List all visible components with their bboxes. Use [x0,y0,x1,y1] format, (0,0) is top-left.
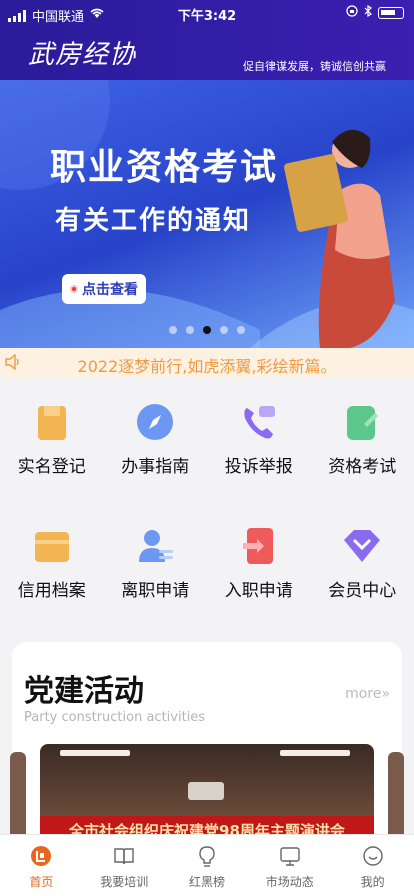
service-label: 入职申请 [224,581,293,601]
tab-label: 首页 [29,875,54,889]
tab-profile[interactable]: 我的 [331,845,414,890]
carousel-dots[interactable] [0,326,414,334]
ceiling-light [280,750,350,756]
diamond-icon [342,526,382,566]
service-resignation[interactable]: 离职申请 [104,526,208,601]
phone-icon [239,402,279,442]
carousel-dot-active[interactable] [203,326,211,334]
service-credit-file[interactable]: 信用档案 [0,526,104,601]
section-title: 党建活动 [24,674,144,709]
service-real-name-registration[interactable]: 实名登记 [0,402,104,477]
projector [188,782,224,800]
home-icon [30,845,52,867]
service-onboarding[interactable]: 入职申请 [207,526,311,601]
carousel-dot[interactable] [186,326,194,334]
bottom-tab-bar: 首页 我要培训 红黑榜 市场动态 我的 [0,834,414,896]
tab-label: 我的 [360,875,385,889]
monitor-icon [279,845,301,867]
bluetooth-icon [364,4,372,21]
carousel-dot[interactable] [220,326,228,334]
folder-icon [32,526,72,566]
more-link[interactable]: more» [345,686,390,702]
battery-icon [378,7,404,19]
banner-subtitle: 有关工作的通知 [55,206,252,236]
banner-carousel[interactable]: 职业资格考试 有关工作的通知 点击查看 [0,80,414,348]
carousel-dot[interactable] [237,326,245,334]
smile-icon [362,845,384,867]
service-label: 会员中心 [328,581,397,601]
service-label: 离职申请 [121,581,190,601]
service-member-center[interactable]: 会员中心 [311,526,414,601]
ceiling-light [60,750,130,756]
tab-red-black-list[interactable]: 红黑榜 [166,845,249,890]
tab-market-news[interactable]: 市场动态 [248,845,331,890]
tab-home[interactable]: 首页 [0,845,83,890]
book-icon [113,845,135,867]
tab-label: 市场动态 [265,875,314,889]
service-label: 资格考试 [328,457,397,477]
lock-rotation-icon [346,5,358,21]
tab-label: 我要培训 [100,875,149,889]
announcement-bar[interactable]: 2022逐梦前行,如虎添翼,彩绘新篇。 [0,348,414,378]
service-complaint[interactable]: 投诉举报 [207,402,311,477]
bulb-icon [196,845,218,867]
service-label: 投诉举报 [224,457,293,477]
banner-view-label: 点击查看 [82,282,138,298]
exam-icon [342,402,382,442]
banner-title: 职业资格考试 [50,147,279,188]
banner-view-button[interactable]: 点击查看 [62,274,146,304]
login-icon [239,526,279,566]
announcement-text: 2022逐梦前行,如虎添翼,彩绘新篇。 [77,357,337,376]
service-label: 信用档案 [17,581,86,601]
header-slogan: 促自律谋发展，铸诚信创共赢 [243,60,386,73]
section-subtitle: Party construction activities [24,710,206,725]
tab-label: 红黑榜 [188,875,225,889]
compass-icon [135,402,175,442]
user-leave-icon [135,526,175,566]
carousel-dot[interactable] [169,326,177,334]
app-header: 中国联通 下午3:42 武房经协 促自律谋发展，铸诚信创共赢 [0,0,414,80]
brand-logo: 武房经协 [28,40,137,70]
status-bar: 中国联通 下午3:42 [0,0,414,26]
service-exam[interactable]: 资格考试 [311,402,414,477]
service-label: 办事指南 [121,457,190,477]
record-dot-icon [70,285,78,293]
id-card-icon [32,402,72,442]
service-guide[interactable]: 办事指南 [104,402,208,477]
service-label: 实名登记 [17,457,86,477]
tab-training[interactable]: 我要培训 [83,845,166,890]
